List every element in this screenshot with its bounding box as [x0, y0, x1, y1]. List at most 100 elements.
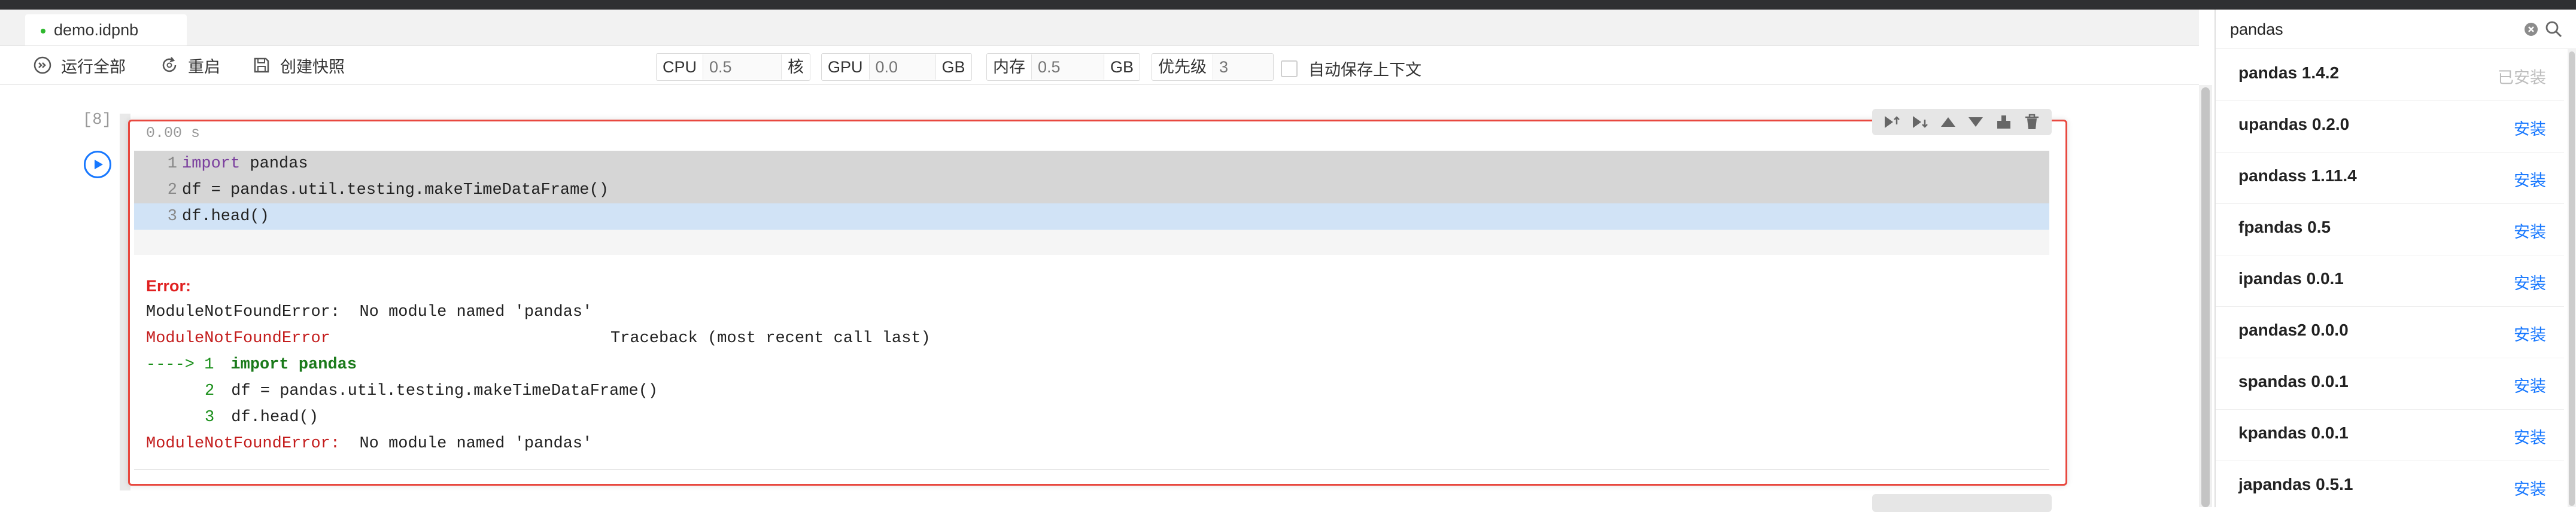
- package-item: kpandas 0.0.1 安装: [2216, 409, 2564, 461]
- package-item: fpandas 0.5 安装: [2216, 203, 2564, 255]
- traceback-header: ModuleNotFoundError Traceback (most recen…: [146, 325, 931, 352]
- priority-input[interactable]: [1213, 54, 1273, 80]
- create-snapshot-label: 创建快照: [280, 57, 345, 76]
- code-text: import pandas: [182, 151, 308, 177]
- code-keyword: import: [182, 155, 241, 173]
- window-top-bar: [0, 0, 2576, 10]
- install-button[interactable]: 安装: [2514, 322, 2546, 345]
- traceback-code-3: df.head(): [231, 409, 319, 426]
- broom-icon: [1997, 115, 2010, 129]
- priority-label: 优先级: [1158, 58, 1207, 76]
- package-name: pandas2 0.0.0: [2238, 321, 2349, 339]
- install-button[interactable]: 安装: [2514, 167, 2546, 191]
- traceback-line-2: 2 df = pandas.util.testing.makeTimeDataFr…: [146, 378, 658, 404]
- error-message: ModuleNotFoundError: No module named 'pa…: [146, 303, 593, 321]
- clear-icon[interactable]: [2525, 23, 2538, 36]
- restart-icon: [162, 57, 177, 72]
- final-error-name: ModuleNotFoundError:: [146, 435, 341, 453]
- clear-output-button[interactable]: [1993, 111, 2015, 133]
- move-up-button[interactable]: [1937, 111, 1959, 133]
- memory-field-group: 内存 GB: [986, 53, 1141, 81]
- traceback-code-2: df = pandas.util.testing.makeTimeDataFra…: [231, 382, 658, 400]
- line-number: 2: [167, 181, 177, 199]
- package-item: japandas 0.5.1 安装: [2216, 461, 2564, 507]
- run-all-icon: [34, 56, 51, 74]
- run-cell-button[interactable]: [84, 151, 111, 178]
- line-number: 3: [167, 208, 177, 225]
- package-search-bar: [2216, 10, 2576, 48]
- install-button[interactable]: 安装: [2514, 270, 2546, 294]
- package-list-scrollbar-thumb[interactable]: [2569, 51, 2575, 506]
- memory-input[interactable]: [1031, 54, 1104, 80]
- install-button[interactable]: 安装: [2514, 219, 2546, 242]
- gpu-input[interactable]: [868, 54, 936, 80]
- run-above-icon: [1885, 116, 1900, 128]
- final-error: ModuleNotFoundError: No module named 'pa…: [146, 431, 592, 457]
- package-name: pandas 1.4.2: [2238, 63, 2340, 82]
- package-item: pandas 1.4.2 已安装: [2216, 49, 2564, 101]
- gpu-label: GPU: [828, 58, 863, 76]
- notebook-toolbar: 运行全部 重启 创建快照 CPU 核 GPU GB: [0, 46, 2199, 85]
- run-below-icon: [1912, 116, 1928, 128]
- save-icon: [254, 57, 269, 73]
- install-button[interactable]: 安装: [2514, 476, 2546, 499]
- traceback-error-name: ModuleNotFoundError: [146, 330, 330, 348]
- install-button[interactable]: 安装: [2514, 373, 2546, 397]
- package-name: kpandas 0.0.1: [2238, 423, 2349, 442]
- run-below-button[interactable]: [1909, 111, 1931, 133]
- run-above-button[interactable]: [1881, 111, 1903, 133]
- execution-count: [8]: [83, 111, 112, 129]
- tab-demo-idpnb[interactable]: demo.idpnb: [25, 14, 187, 45]
- traceback-line-3: 3 df.head(): [146, 404, 318, 431]
- tab-label: demo.idpnb: [54, 21, 139, 39]
- autosave-label: 自动保存上下文: [1308, 61, 1421, 79]
- code-text: df = pandas.util.testing.makeTimeDataFra…: [182, 177, 609, 203]
- package-item: upandas 0.2.0 安装: [2216, 100, 2564, 153]
- code-rest: pandas: [240, 155, 308, 173]
- gpu-field-group: GPU GB: [821, 53, 972, 81]
- line-number: 1: [167, 155, 177, 173]
- restart-button[interactable]: 重启: [159, 53, 220, 77]
- package-name: ipandas 0.0.1: [2238, 269, 2344, 288]
- traceback-title: Traceback (most recent call last): [610, 330, 931, 348]
- install-button[interactable]: 安装: [2514, 425, 2546, 448]
- move-down-button[interactable]: [1965, 111, 1986, 133]
- cpu-field-group: CPU 核: [656, 53, 811, 81]
- search-icon[interactable]: [2545, 20, 2563, 41]
- play-icon: [95, 160, 103, 169]
- code-line-current: 3 df.head(): [134, 203, 2049, 230]
- code-rest: df = pandas.util.testing.makeTimeDataFra…: [182, 181, 609, 199]
- create-snapshot-button[interactable]: 创建快照: [251, 53, 345, 77]
- priority-field-group: 优先级: [1152, 53, 1274, 81]
- install-button[interactable]: 安装: [2514, 116, 2546, 139]
- traceback-arrow: ----> 1: [146, 356, 214, 374]
- package-name: spandas 0.0.1: [2238, 372, 2349, 391]
- cpu-input[interactable]: [703, 54, 782, 80]
- code-editor[interactable]: 1 import pandas 2 df = pandas.util.testi…: [134, 151, 2049, 255]
- package-name: fpandas 0.5: [2238, 218, 2331, 236]
- package-item: pandass 1.11.4 安装: [2216, 152, 2564, 204]
- code-rest: df.head(): [182, 208, 269, 225]
- package-item: pandas2 0.0.0 安装: [2216, 306, 2564, 358]
- notebook-scrollbar-thumb[interactable]: [2201, 87, 2210, 507]
- cpu-unit: 核: [788, 58, 804, 76]
- gpu-unit: GB: [941, 58, 965, 76]
- tab-bar: demo.idpnb: [0, 10, 2199, 46]
- package-name: japandas 0.5.1: [2238, 475, 2353, 493]
- memory-unit: GB: [1110, 58, 1134, 76]
- arrow-up-icon: [1940, 117, 1955, 127]
- execution-time: 0.00 s: [146, 124, 201, 142]
- package-name: pandass 1.11.4: [2238, 166, 2357, 185]
- traceback-line-number: 2: [205, 382, 215, 400]
- autosave-checkbox[interactable]: [1281, 60, 1298, 77]
- run-all-button[interactable]: 运行全部: [32, 53, 126, 77]
- installed-label: 已安装: [2498, 69, 2546, 87]
- package-item: ipandas 0.0.1 安装: [2216, 255, 2564, 307]
- memory-label: 内存: [993, 58, 1025, 76]
- package-search-input[interactable]: [2229, 16, 2519, 43]
- delete-cell-button[interactable]: [2021, 111, 2043, 133]
- error-title: Error:: [146, 277, 192, 295]
- tab-status-dot: [41, 29, 45, 33]
- autosave-context-option[interactable]: 自动保存上下文: [1281, 57, 1421, 80]
- output-divider: [134, 469, 2049, 470]
